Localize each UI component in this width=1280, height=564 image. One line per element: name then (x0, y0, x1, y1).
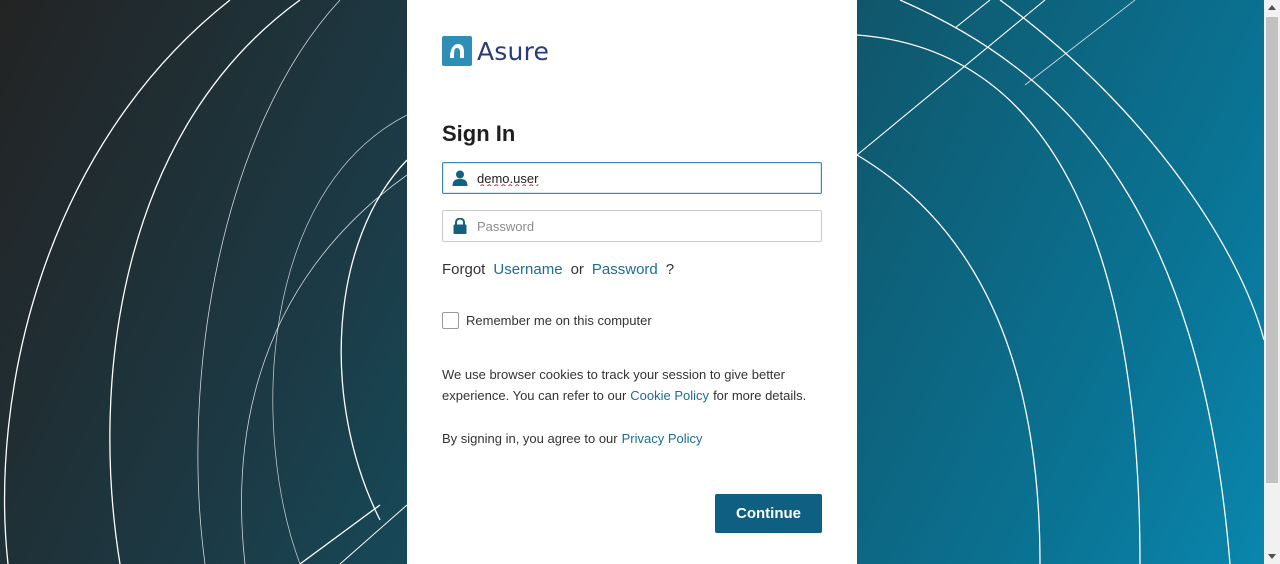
user-icon (443, 170, 477, 186)
scroll-thumb[interactable] (1266, 17, 1278, 483)
privacy-notice-text: By signing in, you agree to our (442, 431, 618, 446)
username-input[interactable] (477, 170, 821, 186)
password-field[interactable] (442, 210, 822, 242)
forgot-password-link[interactable]: Password (592, 261, 658, 278)
privacy-notice: By signing in, you agree to our Privacy P… (442, 428, 707, 449)
forgot-credentials: Forgot Username or Password ? (442, 261, 682, 278)
lock-icon (443, 218, 477, 234)
sign-in-card: Asure Sign In Forgot Username or Passwor… (407, 0, 857, 564)
cookie-notice-suffix: for more details. (713, 388, 807, 403)
username-field[interactable] (442, 162, 822, 194)
password-input[interactable] (477, 218, 821, 234)
privacy-policy-link[interactable]: Privacy Policy (622, 431, 703, 446)
remember-me-checkbox[interactable] (442, 312, 459, 329)
scroll-up-icon[interactable] (1268, 5, 1276, 10)
continue-button[interactable]: Continue (715, 494, 822, 533)
cookie-notice: We use browser cookies to track your ses… (442, 364, 822, 406)
remember-me[interactable]: Remember me on this computer (442, 312, 652, 329)
page-title: Sign In (442, 121, 516, 146)
brand-name: Asure (477, 36, 550, 66)
brand-logo: Asure (442, 36, 549, 66)
forgot-prefix: Forgot (442, 261, 486, 278)
forgot-username-link[interactable]: Username (493, 261, 562, 278)
asure-logo-icon (442, 36, 472, 66)
remember-me-label: Remember me on this computer (466, 313, 652, 328)
cookie-policy-link[interactable]: Cookie Policy (630, 388, 709, 403)
scroll-down-icon[interactable] (1268, 554, 1276, 559)
vertical-scrollbar[interactable] (1264, 0, 1280, 564)
forgot-or: or (570, 261, 584, 278)
forgot-suffix: ? (665, 261, 675, 278)
